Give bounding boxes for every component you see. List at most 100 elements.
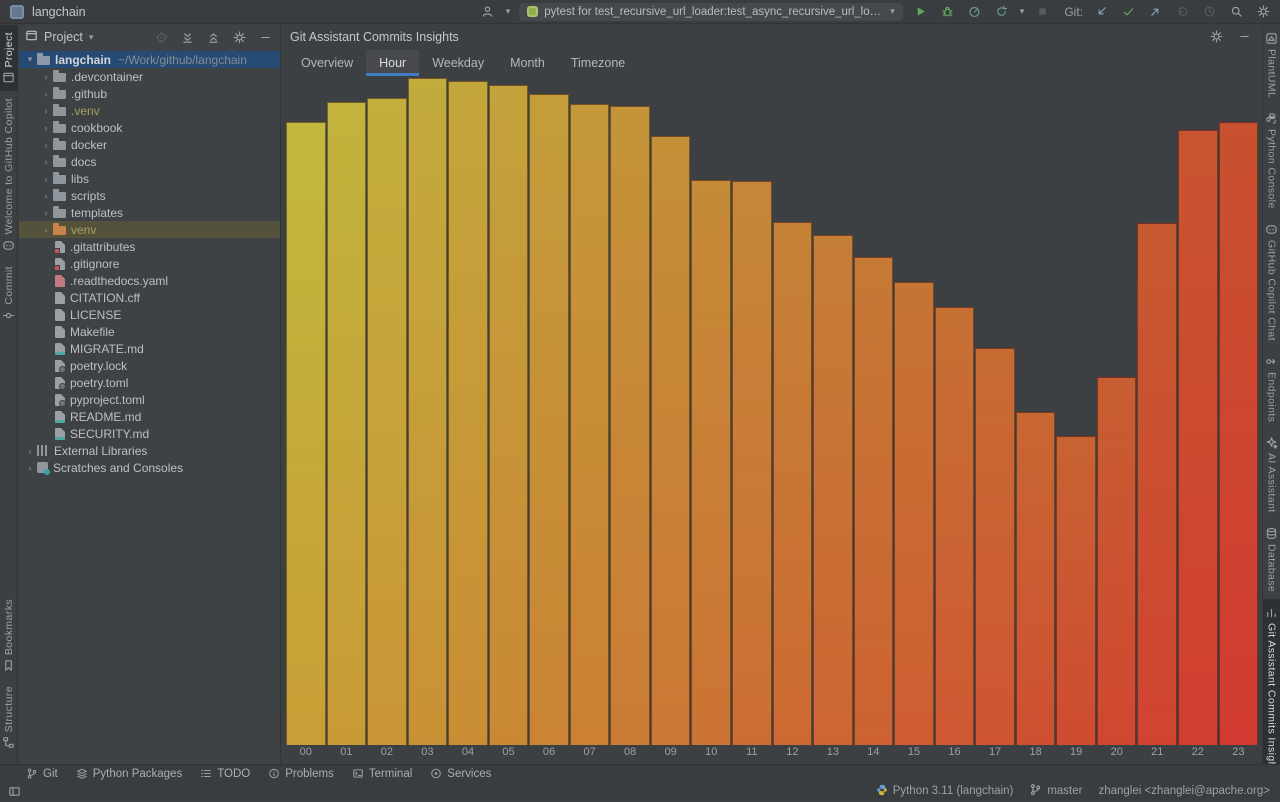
tab-month[interactable]: Month — [497, 50, 558, 76]
bar-hour-12[interactable] — [773, 222, 813, 745]
tree-item-libs[interactable]: ›libs — [19, 170, 280, 187]
run-configuration-select[interactable]: pytest for test_recursive_url_loader:tes… — [519, 3, 903, 21]
tool-stripe-github-copilot-chat[interactable]: GitHub Copilot Chat — [1263, 216, 1280, 348]
tree-item-gitattributes[interactable]: .gitattributes — [19, 238, 280, 255]
bar-hour-14[interactable] — [854, 257, 894, 745]
tool-stripe-bookmarks[interactable]: Bookmarks — [0, 592, 18, 679]
tool-stripe-database[interactable]: Database — [1263, 520, 1280, 599]
tree-item-license[interactable]: LICENSE — [19, 306, 280, 323]
bar-hour-23[interactable] — [1219, 122, 1259, 745]
run-with-coverage-button[interactable] — [993, 3, 1011, 21]
layout-icon[interactable] — [8, 785, 21, 798]
tree-item-migrate-md[interactable]: MIGRATE.md — [19, 340, 280, 357]
tree-item-venv[interactable]: ›venv — [19, 221, 280, 238]
tree-item-scripts[interactable]: ›scripts — [19, 187, 280, 204]
bar-hour-05[interactable] — [489, 85, 529, 745]
bar-hour-18[interactable] — [1016, 412, 1056, 745]
tool-window-button-python-packages[interactable]: Python Packages — [76, 768, 183, 780]
chevron-right-icon[interactable]: › — [23, 446, 37, 456]
tree-item-makefile[interactable]: Makefile — [19, 323, 280, 340]
bar-hour-07[interactable] — [570, 104, 610, 745]
profiler-button[interactable] — [966, 3, 984, 21]
tool-stripe-plantuml[interactable]: PlantUML — [1263, 25, 1280, 105]
tool-stripe-python-console[interactable]: Python Console — [1263, 105, 1280, 216]
tool-stripe-ai-assistant[interactable]: AI Assistant — [1263, 429, 1280, 520]
tree-item-langchain[interactable]: ▾langchain~/Work/github/langchain — [19, 51, 280, 68]
tab-weekday[interactable]: Weekday — [419, 50, 497, 76]
tree-item-docs[interactable]: ›docs — [19, 153, 280, 170]
bar-hour-02[interactable] — [367, 98, 407, 745]
tree-item-venv[interactable]: ›.venv — [19, 102, 280, 119]
bar-hour-03[interactable] — [408, 78, 448, 745]
tab-overview[interactable]: Overview — [288, 50, 366, 76]
project-view-select[interactable]: Project ▾ — [25, 29, 93, 45]
tree-item-external-libraries[interactable]: ›External Libraries — [19, 442, 280, 459]
bar-hour-21[interactable] — [1137, 223, 1177, 745]
tool-window-button-problems[interactable]: Problems — [268, 768, 334, 780]
tool-window-button-todo[interactable]: TODO — [200, 768, 250, 780]
tab-timezone[interactable]: Timezone — [558, 50, 638, 76]
bar-hour-19[interactable] — [1056, 436, 1096, 745]
expand-all-button[interactable] — [178, 28, 196, 46]
user-icon[interactable] — [479, 3, 497, 21]
bar-hour-17[interactable] — [975, 348, 1015, 745]
bar-hour-09[interactable] — [651, 136, 691, 745]
bar-hour-04[interactable] — [448, 81, 488, 745]
tree-item-docker[interactable]: ›docker — [19, 136, 280, 153]
tool-stripe-endpoints[interactable]: Endpoints — [1263, 348, 1280, 429]
tool-window-button-git[interactable]: Git — [26, 768, 58, 780]
bar-hour-16[interactable] — [935, 307, 975, 745]
tree-item-readthedocs-yaml[interactable]: .readthedocs.yaml — [19, 272, 280, 289]
panel-hide-button[interactable] — [1235, 28, 1253, 46]
bar-hour-10[interactable] — [691, 180, 731, 745]
debug-button[interactable] — [939, 3, 957, 21]
hide-panel-button[interactable] — [256, 28, 274, 46]
chevron-right-icon[interactable]: › — [23, 463, 37, 473]
tree-item-scratches-and-consoles[interactable]: ›Scratches and Consoles — [19, 459, 280, 476]
chevron-right-icon[interactable]: › — [39, 72, 53, 82]
bar-hour-13[interactable] — [813, 235, 853, 745]
project-options-button[interactable] — [230, 28, 248, 46]
tree-item-devcontainer[interactable]: ›.devcontainer — [19, 68, 280, 85]
tab-hour[interactable]: Hour — [366, 50, 419, 76]
tool-stripe-commit[interactable]: Commit — [0, 259, 18, 329]
chevron-right-icon[interactable]: › — [39, 208, 53, 218]
tree-item-cookbook[interactable]: ›cookbook — [19, 119, 280, 136]
panel-options-button[interactable] — [1207, 28, 1225, 46]
chevron-right-icon[interactable]: › — [39, 157, 53, 167]
chevron-right-icon[interactable]: › — [39, 140, 53, 150]
status-zhanglei-zhanglei-apache-org[interactable]: zhanglei <zhanglei@apache.org> — [1098, 785, 1270, 797]
run-button[interactable] — [912, 3, 930, 21]
bar-hour-22[interactable] — [1178, 130, 1218, 745]
tool-stripe-structure[interactable]: Structure — [0, 679, 18, 756]
tool-window-button-terminal[interactable]: Terminal — [352, 768, 412, 780]
git-update-button[interactable] — [1092, 3, 1110, 21]
settings-button[interactable] — [1254, 3, 1272, 21]
chevron-right-icon[interactable]: › — [39, 174, 53, 184]
search-everywhere-button[interactable] — [1227, 3, 1245, 21]
bar-hour-08[interactable] — [610, 106, 650, 745]
bar-hour-20[interactable] — [1097, 377, 1137, 745]
bar-hour-01[interactable] — [327, 102, 367, 745]
bar-hour-00[interactable] — [286, 122, 326, 745]
chevron-right-icon[interactable]: › — [39, 89, 53, 99]
git-push-button[interactable] — [1146, 3, 1164, 21]
chevron-down-icon[interactable]: ▾ — [1020, 7, 1025, 16]
tree-item-github[interactable]: ›.github — [19, 85, 280, 102]
tool-stripe-project[interactable]: Project — [0, 25, 18, 91]
tree-item-poetry-toml[interactable]: poetry.toml — [19, 374, 280, 391]
status-master[interactable]: master — [1029, 783, 1082, 799]
chevron-down-icon[interactable]: ▾ — [23, 54, 37, 65]
tree-item-citation-cff[interactable]: CITATION.cff — [19, 289, 280, 306]
bar-hour-15[interactable] — [894, 282, 934, 745]
status-python-3-11-langchain[interactable]: Python 3.11 (langchain) — [876, 784, 1014, 799]
tool-stripe-welcome-to-github-copilot[interactable]: Welcome to GitHub Copilot — [0, 91, 18, 258]
tool-window-button-services[interactable]: Services — [430, 768, 491, 780]
tree-item-templates[interactable]: ›templates — [19, 204, 280, 221]
chevron-right-icon[interactable]: › — [39, 191, 53, 201]
tree-item-security-md[interactable]: SECURITY.md — [19, 425, 280, 442]
collapse-all-button[interactable] — [204, 28, 222, 46]
tree-item-pyproject-toml[interactable]: pyproject.toml — [19, 391, 280, 408]
bar-hour-11[interactable] — [732, 181, 772, 745]
chevron-right-icon[interactable]: › — [39, 106, 53, 116]
